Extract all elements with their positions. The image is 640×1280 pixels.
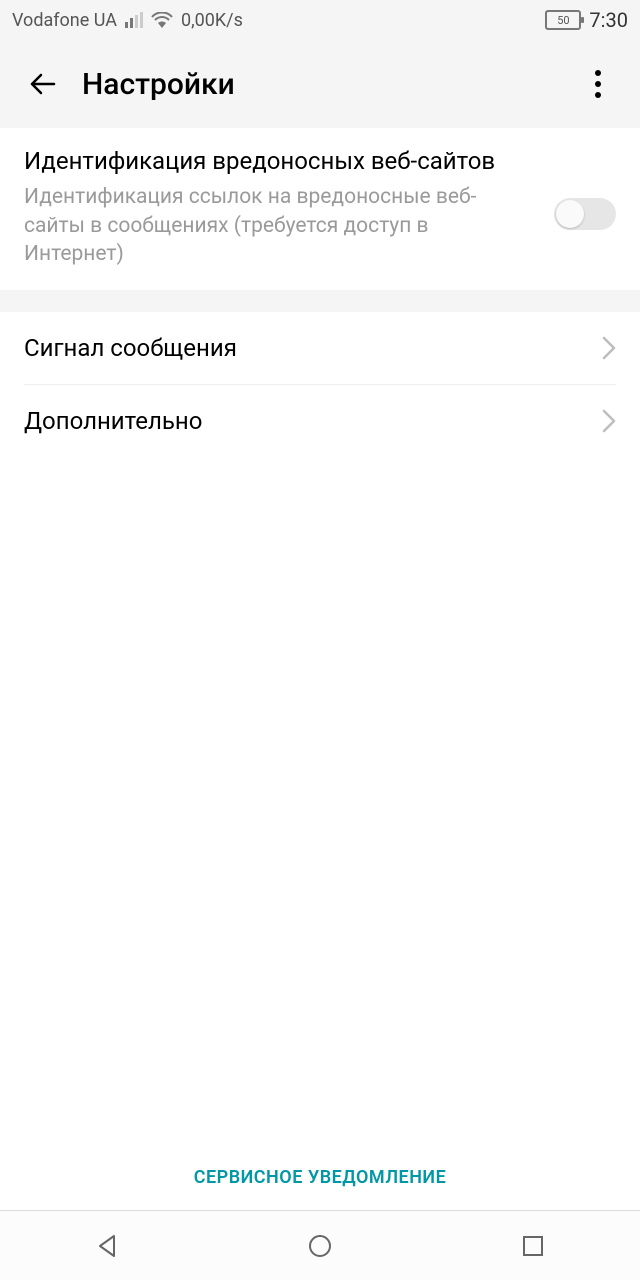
more-button[interactable] — [576, 62, 620, 106]
square-recent-icon — [521, 1234, 545, 1258]
battery-icon: 50 — [545, 10, 581, 30]
status-bar: Vodafone UA 0,00K/s 50 7:30 — [0, 0, 640, 40]
nav-label: Сигнал сообщения — [24, 334, 602, 362]
page-title: Настройки — [82, 67, 235, 102]
nav-label: Дополнительно — [24, 407, 602, 435]
arrow-left-icon — [27, 69, 57, 99]
chevron-right-icon — [602, 409, 616, 433]
wifi-icon — [151, 12, 173, 28]
section-divider — [0, 290, 640, 312]
app-bar: Настройки — [0, 40, 640, 128]
triangle-back-icon — [94, 1233, 120, 1259]
more-vert-icon — [594, 69, 602, 99]
toggle-knob — [556, 200, 584, 228]
battery-pct: 50 — [557, 14, 569, 27]
chevron-right-icon — [602, 336, 616, 360]
malicious-sites-toggle[interactable] — [554, 198, 616, 230]
signal-icon — [125, 12, 143, 28]
nav-home-button[interactable] — [280, 1221, 360, 1271]
service-notice-link[interactable]: СЕРВИСНОЕ УВЕДОМЛЕНИЕ — [0, 1145, 640, 1210]
nav-item-message-signal[interactable]: Сигнал сообщения — [0, 312, 640, 384]
setting-title: Идентификация вредоносных веб-сайтов — [24, 146, 544, 177]
clock: 7:30 — [589, 8, 628, 32]
nav-recent-button[interactable] — [493, 1221, 573, 1271]
carrier-label: Vodafone UA — [12, 10, 117, 31]
setting-malicious-sites: Идентификация вредоносных веб-сайтов Иде… — [0, 128, 640, 290]
network-speed: 0,00K/s — [181, 10, 243, 31]
circle-home-icon — [307, 1233, 333, 1259]
back-button[interactable] — [20, 62, 64, 106]
nav-item-additional[interactable]: Дополнительно — [0, 385, 640, 457]
system-nav-bar — [0, 1210, 640, 1280]
nav-back-button[interactable] — [67, 1221, 147, 1271]
setting-description: Идентификация ссылок на вредоносные веб-… — [24, 183, 494, 268]
